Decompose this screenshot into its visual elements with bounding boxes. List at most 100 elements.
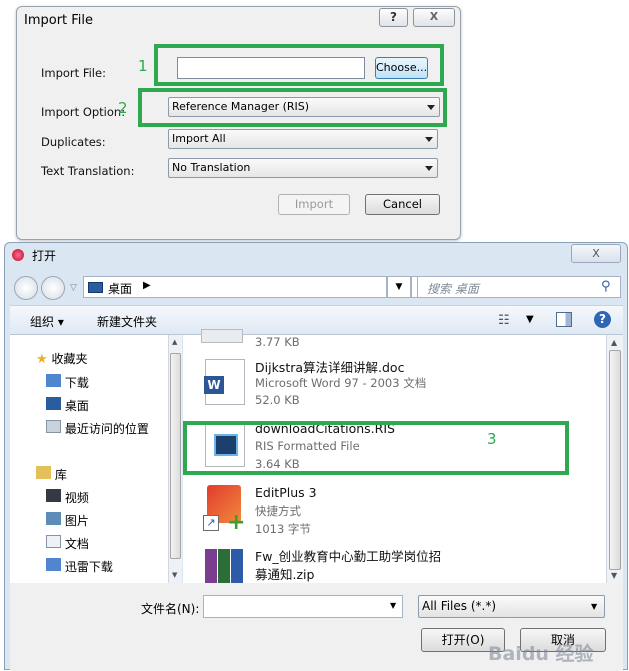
preview-pane-icon[interactable] <box>556 312 572 327</box>
import-button[interactable]: Import <box>278 194 350 215</box>
library-header[interactable]: 库 <box>36 466 67 483</box>
chevron-down-icon <box>425 137 433 142</box>
new-folder-button[interactable]: 新建文件夹 <box>97 313 157 330</box>
view-options-icon[interactable]: ☷ <box>498 313 510 328</box>
file-name: Dijkstra算法详细讲解.doc <box>255 360 405 375</box>
search-placeholder: 搜索 桌面 <box>427 282 479 296</box>
search-input[interactable]: 搜索 桌面 ⚲ <box>417 276 621 298</box>
sidebar-item-label: 最近访问的位置 <box>64 422 149 436</box>
history-chevron-icon[interactable]: ▽ <box>70 283 77 293</box>
toolbar: 组织 ▾ 新建文件夹 ☷ ▼ ? <box>10 305 623 335</box>
chevron-down-icon <box>425 166 433 171</box>
address-bar[interactable]: 桌面 ▶ <box>83 276 387 298</box>
dialog-footer: 文件名(N): ▼ All Files (*.*) ▼ 打开(O) 取消 Bai… <box>10 583 623 671</box>
star-icon: ★ <box>36 352 48 367</box>
close-button[interactable]: X <box>571 244 621 263</box>
sidebar-item-pictures[interactable]: 图片 <box>46 512 89 529</box>
file-name: Fw_创业教育中心勤工助学岗位招 <box>255 549 442 564</box>
sidebar-item-downloads[interactable]: 下载 <box>46 374 89 391</box>
organize-label: 组织 <box>30 315 55 329</box>
file-type: 快捷方式 <box>255 504 301 518</box>
chevron-down-icon: ▼ <box>591 602 598 611</box>
annotation-number-2: 2 <box>118 99 128 117</box>
help-icon[interactable]: ? <box>594 311 611 328</box>
annotation-number-1: 1 <box>138 57 148 75</box>
sidebar-item-label: 视频 <box>64 491 89 505</box>
scroll-thumb[interactable] <box>170 353 181 559</box>
close-button[interactable]: X <box>413 8 455 27</box>
duplicates-label: Duplicates: <box>41 135 106 149</box>
file-list: 3.77 KB W Dijkstra算法详细讲解.doc Microsoft W… <box>183 329 623 583</box>
scroll-thumb[interactable] <box>609 350 621 570</box>
desktop-icon <box>88 282 103 293</box>
sidebar-item-label: 桌面 <box>64 399 89 413</box>
import-file-label: Import File: <box>41 66 106 80</box>
file-type: Microsoft Word 97 - 2003 文档 <box>255 376 427 390</box>
navigation-pane: ★ 收藏夹 下载 桌面 最近访问的位置 库 视频 图片 文档 迅雷下载 ▲ ▼ <box>10 335 182 583</box>
video-icon <box>46 489 61 502</box>
import-option-label: Import Option: <box>41 105 126 119</box>
annotation-box-3 <box>183 421 569 475</box>
filename-label: 文件名(N): <box>141 602 200 616</box>
text-translation-label: Text Translation: <box>41 164 135 178</box>
app-icon <box>12 249 24 261</box>
file-list-scrollbar[interactable]: ▲ ▼ <box>606 335 623 583</box>
library-label: 库 <box>54 468 67 482</box>
downloads-folder-icon <box>46 374 61 387</box>
sidebar-item-label: 文档 <box>64 537 89 551</box>
duplicates-value: Import All <box>172 132 226 145</box>
view-chevron-icon[interactable]: ▼ <box>526 314 534 325</box>
archive-books-icon <box>205 549 247 583</box>
cancel-button[interactable]: Cancel <box>365 194 440 215</box>
desktop-icon <box>46 397 61 410</box>
library-icon <box>36 466 51 479</box>
forward-arrow-icon[interactable] <box>41 276 65 300</box>
filetype-select[interactable]: All Files (*.*) ▼ <box>418 595 605 618</box>
list-item[interactable]: ↗ + EditPlus 3 快捷方式 1013 字节 <box>183 481 603 537</box>
help-button[interactable]: ? <box>379 8 408 27</box>
text-translation-select[interactable]: No Translation <box>168 158 438 178</box>
file-icon <box>201 329 243 343</box>
download-folder-icon <box>46 558 61 571</box>
list-item[interactable]: Fw_创业教育中心勤工助学岗位招 募通知.zip <box>183 543 603 583</box>
back-arrow-icon[interactable] <box>14 276 38 300</box>
nav-scrollbar[interactable]: ▲ ▼ <box>168 335 182 583</box>
address-dropdown-chevron-icon[interactable]: ▼ <box>387 276 411 298</box>
scroll-down-icon[interactable]: ▼ <box>172 571 177 579</box>
file-size: 3.77 KB <box>255 335 300 349</box>
favorites-header[interactable]: ★ 收藏夹 <box>36 350 88 367</box>
breadcrumb-arrow-icon[interactable]: ▶ <box>143 280 151 291</box>
sidebar-item-documents[interactable]: 文档 <box>46 535 89 552</box>
word-document-icon: W <box>204 359 245 405</box>
file-size: 52.0 KB <box>255 393 300 407</box>
sidebar-item-videos[interactable]: 视频 <box>46 489 89 506</box>
filename-dropdown-chevron-icon[interactable]: ▼ <box>390 601 396 610</box>
file-name: EditPlus 3 <box>255 485 317 500</box>
sidebar-item-recent-places[interactable]: 最近访问的位置 <box>46 420 149 437</box>
picture-icon <box>46 512 61 525</box>
address-path: 桌面 <box>108 282 133 296</box>
annotation-box-1 <box>154 44 444 86</box>
sidebar-item-thunder-downloads[interactable]: 迅雷下载 <box>46 558 113 575</box>
filetype-value: All Files (*.*) <box>422 599 497 613</box>
import-file-dialog: Import File ? X Import File: Choose... I… <box>16 6 461 240</box>
open-file-dialog: 打开 X ▽ 桌面 ▶ ▼ ⇆ 搜索 桌面 ⚲ 组织 ▾ 新建文件夹 ☷ ▼ ?… <box>4 242 628 671</box>
organize-button[interactable]: 组织 ▾ <box>30 313 64 330</box>
sidebar-item-desktop[interactable]: 桌面 <box>46 397 89 414</box>
document-icon <box>46 535 61 548</box>
editplus-shortcut-icon: ↗ + <box>203 485 247 534</box>
open-dialog-title: 打开 <box>32 249 57 263</box>
scroll-up-icon[interactable]: ▲ <box>611 338 617 347</box>
list-item[interactable]: W Dijkstra算法详细讲解.doc Microsoft Word 97 -… <box>183 353 603 409</box>
scroll-up-icon[interactable]: ▲ <box>172 338 177 346</box>
sidebar-item-label: 图片 <box>64 514 89 528</box>
duplicates-select[interactable]: Import All <box>168 129 438 149</box>
sidebar-item-label: 下载 <box>64 376 89 390</box>
dialog-title: Import File <box>24 13 94 28</box>
file-size: 1013 字节 <box>255 522 311 536</box>
search-icon: ⚲ <box>601 279 611 294</box>
scroll-down-icon[interactable]: ▼ <box>611 571 617 580</box>
annotation-box-2 <box>138 88 447 127</box>
recent-places-icon <box>46 420 61 433</box>
filename-input[interactable]: ▼ <box>203 595 403 618</box>
